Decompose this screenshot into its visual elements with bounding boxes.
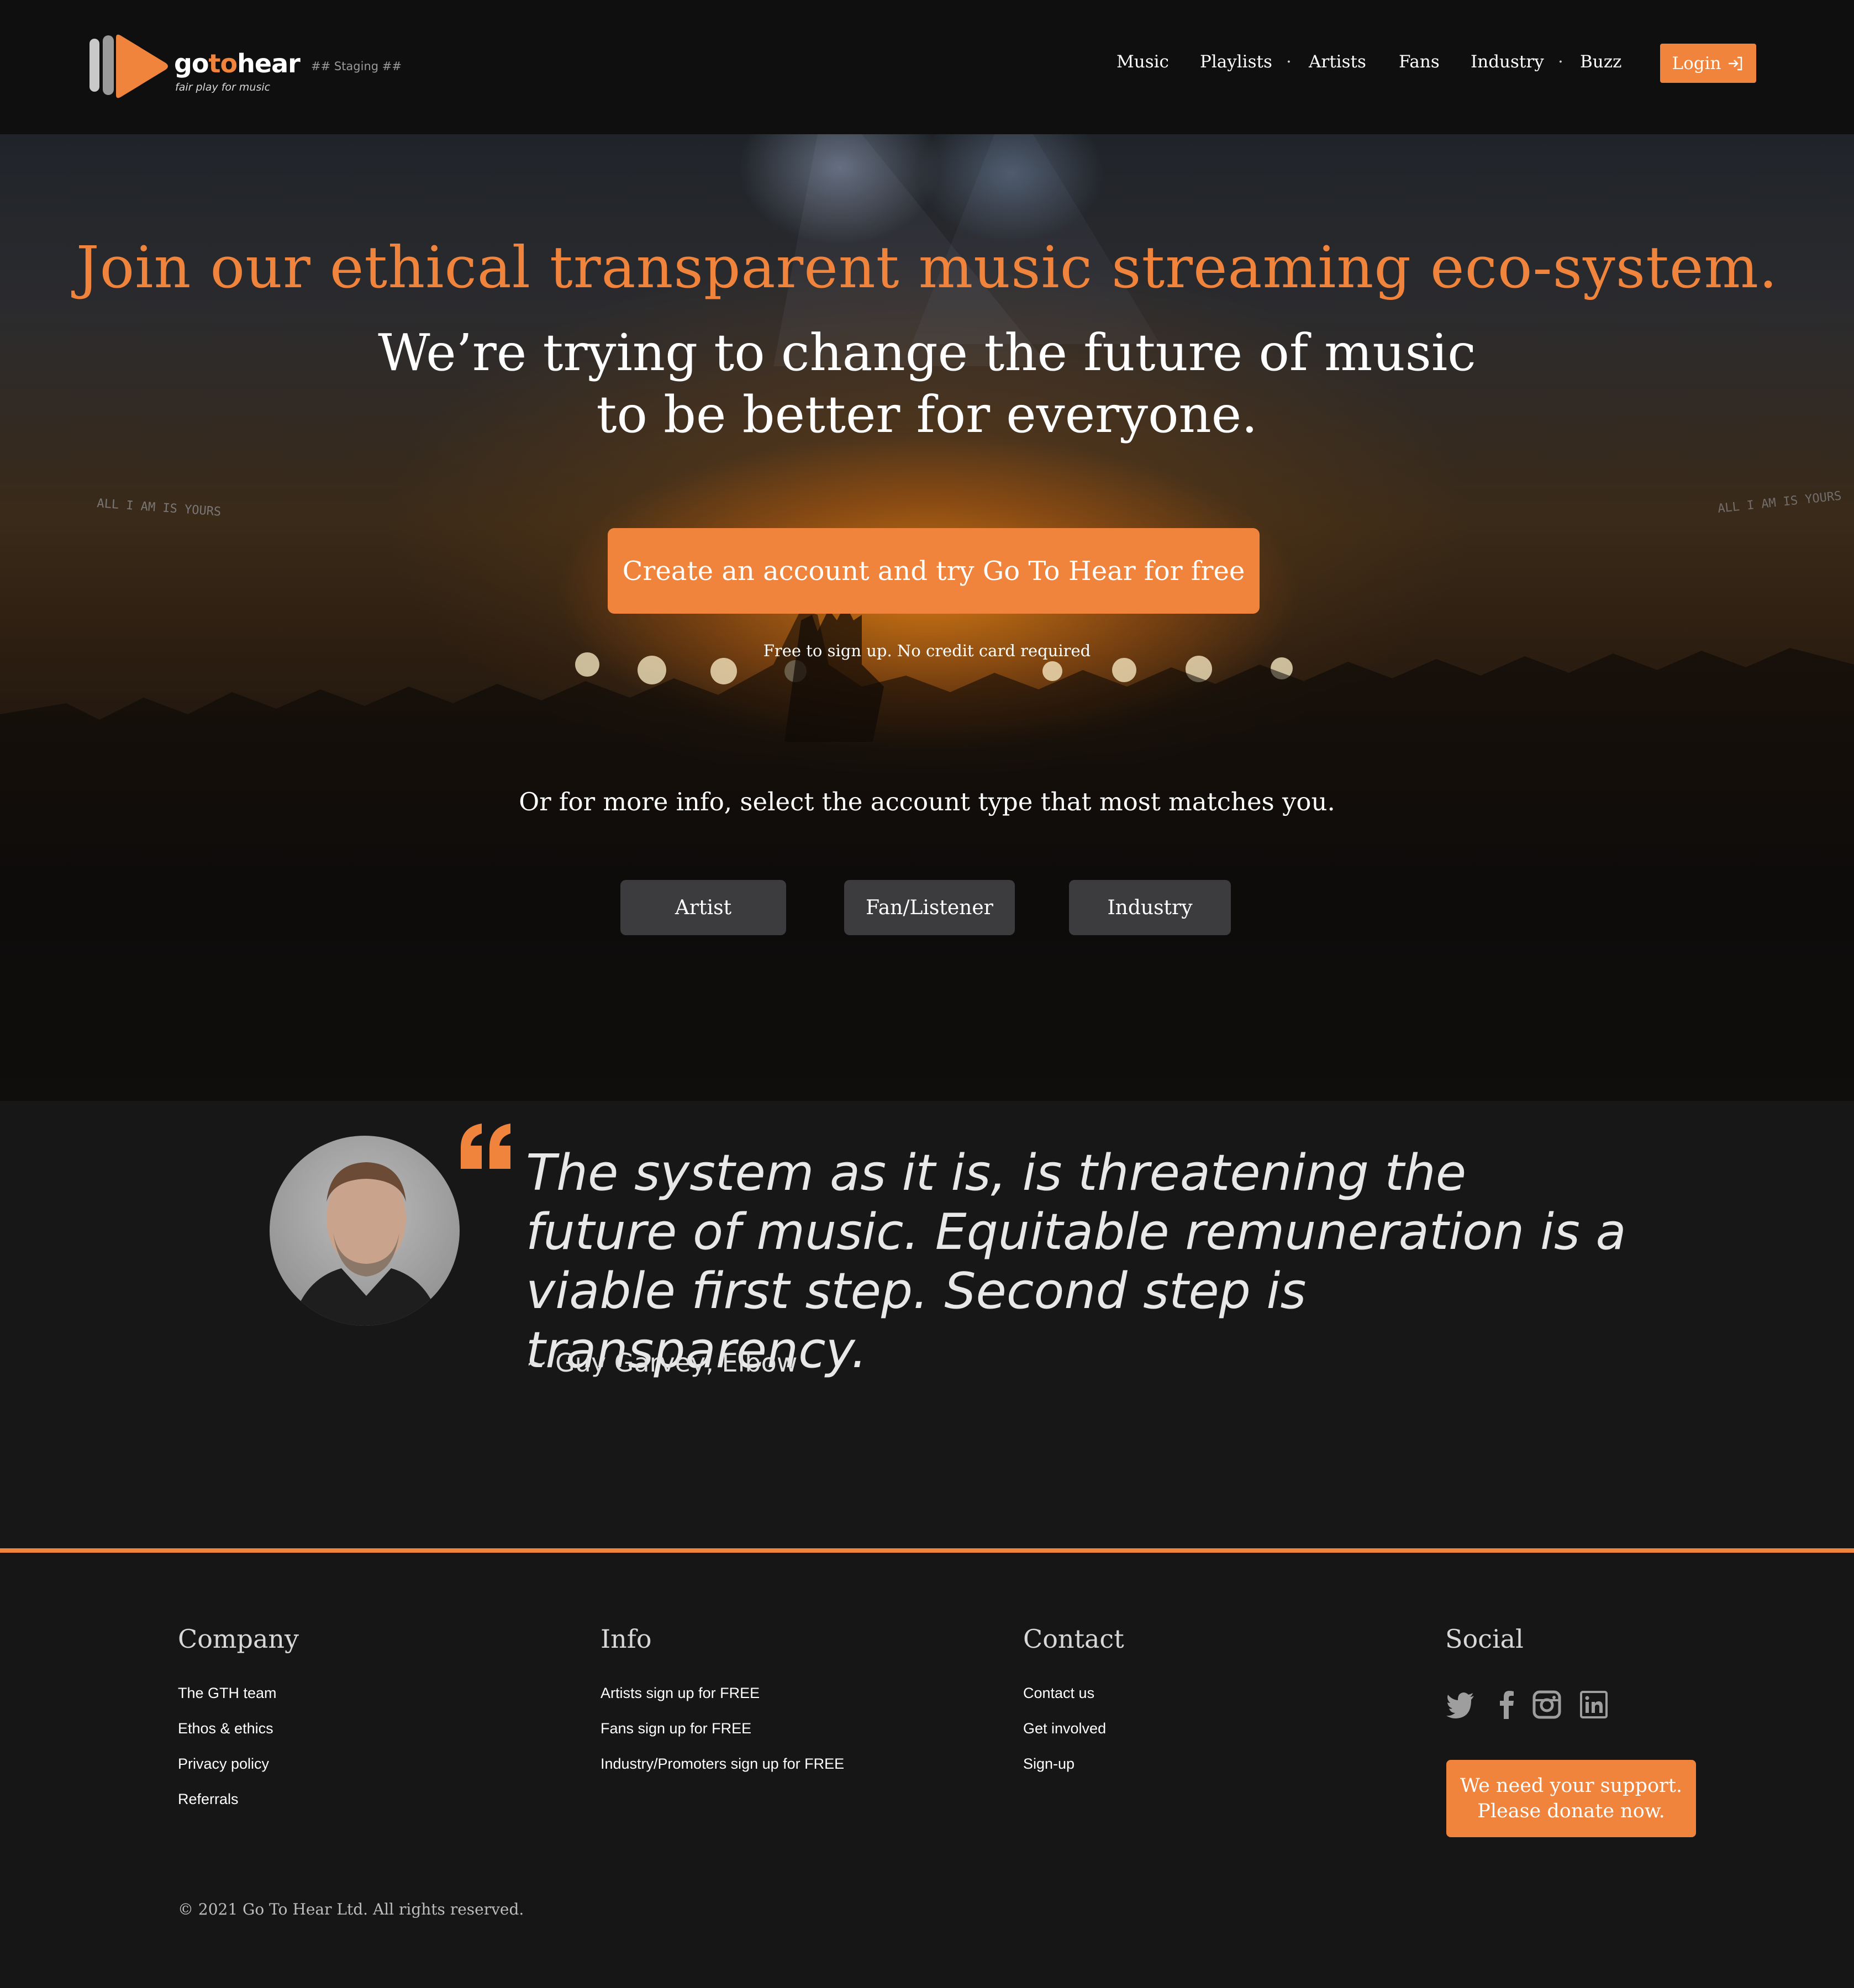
- instagram-icon[interactable]: [1531, 1689, 1562, 1720]
- login-arrow-icon: [1729, 56, 1742, 70]
- footer-divider: [0, 1548, 1854, 1553]
- nav-industry[interactable]: Industry: [1471, 52, 1544, 72]
- person-portrait: [292, 1162, 441, 1326]
- hero-subheadline-line2: to be better for everyone.: [596, 385, 1258, 444]
- brand-wordmark: gotohear: [174, 49, 301, 78]
- footer-company-title: Company: [178, 1624, 299, 1654]
- nav-buzz[interactable]: Buzz: [1580, 52, 1621, 72]
- footer-link-fans-signup[interactable]: Fans sign up for FREE: [601, 1720, 751, 1737]
- industry-button[interactable]: Industry: [1069, 880, 1231, 935]
- fan-listener-button[interactable]: Fan/Listener: [844, 880, 1015, 935]
- site-header: gotohear fair play for music ## Staging …: [0, 0, 1854, 134]
- footer-info-title: Info: [601, 1624, 652, 1654]
- nav-playlists[interactable]: Playlists: [1200, 52, 1272, 72]
- footer-link-privacy[interactable]: Privacy policy: [178, 1755, 269, 1773]
- artist-button[interactable]: Artist: [620, 880, 786, 935]
- quote-mark-icon: [461, 1124, 510, 1169]
- banner-text-right: ALL I AM IS YOURS: [1717, 489, 1842, 516]
- staging-label: ## Staging ##: [311, 60, 402, 73]
- donate-button[interactable]: We need your support. Please donate now.: [1446, 1760, 1696, 1837]
- testimonial-avatar: [270, 1136, 460, 1326]
- account-type-prompt: Or for more info, select the account typ…: [519, 787, 1335, 816]
- footer-link-ethos[interactable]: Ethos & ethics: [178, 1720, 273, 1737]
- banner-text-left: ALL I AM IS YOURS: [97, 497, 222, 519]
- hero-subheadline: We’re trying to change the future of mus…: [0, 322, 1854, 446]
- testimonial-quote: The system as it is, is threatening the …: [526, 1144, 1626, 1379]
- login-label: Login: [1672, 53, 1721, 73]
- hero-subheadline-line1: We’re trying to change the future of mus…: [378, 323, 1476, 382]
- nav-separator: ·: [1286, 52, 1292, 72]
- login-button[interactable]: Login: [1660, 44, 1756, 83]
- copyright-text: © 2021 Go To Hear Ltd. All rights reserv…: [178, 1900, 524, 1918]
- nav-music[interactable]: Music: [1116, 52, 1169, 72]
- linkedin-icon[interactable]: [1578, 1689, 1609, 1720]
- footer-link-contact-us[interactable]: Contact us: [1023, 1685, 1094, 1702]
- donate-line2: Please donate now.: [1477, 1800, 1665, 1822]
- hero-headline: Join our ethical transparent music strea…: [76, 234, 1778, 301]
- brand-logo[interactable]: gotohear fair play for music: [88, 33, 301, 105]
- nav-separator: ·: [1558, 52, 1563, 72]
- footer-contact-title: Contact: [1023, 1624, 1124, 1654]
- nav-fans[interactable]: Fans: [1399, 52, 1440, 72]
- footer-link-referrals[interactable]: Referrals: [178, 1791, 239, 1808]
- hero-section: ALL I AM IS YOURS ALL I AM IS YOURS Join…: [0, 134, 1854, 1101]
- footer-link-gth-team[interactable]: The GTH team: [178, 1685, 277, 1702]
- play-logo-icon: [89, 34, 168, 98]
- nav-artists[interactable]: Artists: [1309, 52, 1366, 72]
- footer-link-signup[interactable]: Sign-up: [1023, 1755, 1075, 1773]
- footer-link-artists-signup[interactable]: Artists sign up for FREE: [601, 1685, 760, 1702]
- footer-link-get-involved[interactable]: Get involved: [1023, 1720, 1106, 1737]
- footer-link-industry-signup[interactable]: Industry/Promoters sign up for FREE: [601, 1755, 844, 1773]
- brand-tagline: fair play for music: [175, 81, 271, 93]
- create-account-button[interactable]: Create an account and try Go To Hear for…: [608, 528, 1260, 614]
- cta-note: Free to sign up. No credit card required: [763, 641, 1091, 660]
- donate-line1: We need your support.: [1460, 1775, 1682, 1797]
- facebook-icon[interactable]: [1492, 1689, 1523, 1720]
- footer-social-title: Social: [1445, 1624, 1524, 1654]
- twitter-icon[interactable]: [1445, 1689, 1476, 1720]
- testimonial-author: ~ Guy Garvey, Elbow: [526, 1348, 798, 1378]
